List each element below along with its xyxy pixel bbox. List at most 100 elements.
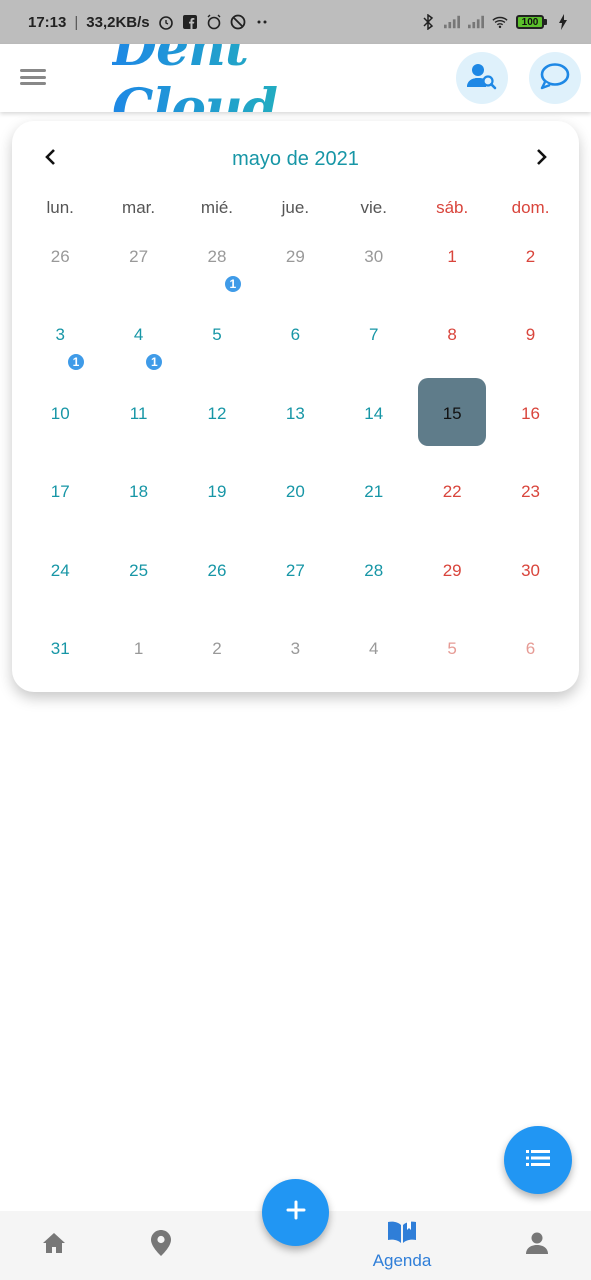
calendar-day-number: 16 — [521, 403, 540, 423]
calendar-day-number: 29 — [285, 247, 305, 266]
weekday-label: mié. — [200, 198, 234, 217]
calendar-day[interactable]: 1 — [99, 610, 177, 688]
calendar-day[interactable]: 14 — [335, 375, 413, 453]
calendar-day[interactable]: 17 — [21, 453, 99, 531]
calendar-day-number: 23 — [521, 482, 540, 502]
calendar-day-selected[interactable]: 15 — [413, 375, 491, 453]
calendar-day[interactable]: 16 — [491, 375, 569, 453]
home-icon — [42, 1232, 66, 1259]
calendar-day[interactable]: 30 — [335, 218, 413, 296]
calendar-day[interactable]: 1 — [413, 218, 491, 296]
prev-month-button[interactable] — [35, 143, 67, 175]
signal-icon — [444, 14, 460, 30]
calendar-day[interactable]: 2 — [178, 610, 256, 688]
calendar-day-number: 9 — [525, 325, 536, 345]
calendar-day-number: 21 — [364, 482, 384, 502]
battery-icon: 100 — [516, 15, 547, 29]
calendar-day-number: 15 — [442, 403, 462, 423]
nav-map[interactable] — [141, 1211, 181, 1280]
calendar-week-row: 24 25 26 27 28 29 30 — [21, 532, 570, 610]
list-view-button[interactable] — [504, 1126, 572, 1194]
nav-agenda[interactable]: Agenda — [362, 1211, 442, 1280]
calendar-day[interactable]: 20 — [256, 453, 334, 531]
calendar-day[interactable]: 29 — [256, 218, 334, 296]
calendar-day[interactable]: 28 1 — [178, 218, 256, 296]
calendar-day-number: 4 — [369, 638, 379, 658]
calendar-day-number: 12 — [207, 403, 227, 423]
calendar-day[interactable]: 2 — [491, 218, 569, 296]
calendar-day-number: 11 — [129, 403, 148, 423]
calendar-day[interactable]: 10 — [21, 375, 99, 453]
status-separator: | — [74, 13, 79, 31]
calendar-day[interactable]: 5 — [178, 296, 256, 374]
calendar-day-number: 5 — [447, 638, 457, 658]
calendar-day-number: 28 — [364, 560, 384, 580]
calendar-day[interactable]: 12 — [178, 375, 256, 453]
calendar-day[interactable]: 7 — [335, 296, 413, 374]
status-right: 100 — [420, 14, 571, 30]
calendar-day[interactable]: 6 — [256, 296, 334, 374]
signal-icon — [468, 14, 484, 30]
calendar-day-number: 3 — [290, 638, 301, 658]
calendar-day-number: 8 — [447, 325, 457, 345]
calendar-day-number: 4 — [133, 325, 144, 345]
calendar-day[interactable]: 13 — [256, 375, 334, 453]
calendar-day[interactable]: 22 — [413, 453, 491, 531]
appointment-count-badge: 1 — [66, 352, 86, 373]
appointment-count-badge: 1 — [222, 274, 243, 294]
calendar-day[interactable]: 11 — [99, 375, 177, 453]
calendar-day[interactable]: 31 — [21, 610, 99, 688]
charging-icon — [555, 14, 571, 30]
calendar-day-number: 14 — [364, 403, 384, 423]
calendar-day[interactable]: 21 — [335, 453, 413, 531]
calendar-day-number: 20 — [285, 482, 305, 502]
hamburger-icon[interactable] — [20, 66, 46, 88]
calendar-day[interactable]: 4 — [335, 610, 413, 688]
calendar-day[interactable]: 8 — [413, 296, 491, 374]
calendar-day-number: 26 — [50, 247, 70, 266]
calendar-day-number: 5 — [212, 325, 222, 345]
nav-profile[interactable] — [517, 1211, 557, 1280]
calendar-day[interactable]: 3 — [256, 610, 334, 688]
calendar-day[interactable]: 6 — [491, 610, 569, 688]
calendar-day[interactable]: 19 — [178, 453, 256, 531]
weekday-label: dom. — [511, 198, 550, 217]
chevron-right-icon — [534, 148, 548, 171]
calendar-day[interactable]: 41 — [99, 296, 177, 374]
calendar-day[interactable]: 27 — [99, 218, 177, 296]
add-appointment-button[interactable] — [262, 1179, 329, 1246]
calendar-day[interactable]: 18 — [99, 453, 177, 531]
calendar-day-number: 26 — [207, 560, 227, 580]
calendar-day[interactable]: 25 — [99, 532, 177, 610]
calendar-day[interactable]: 29 — [413, 532, 491, 610]
calendar-day[interactable]: 23 — [491, 453, 569, 531]
calendar-day[interactable]: 31 — [21, 296, 99, 374]
calendar-day[interactable]: 9 — [491, 296, 569, 374]
calendar-day[interactable]: 30 — [491, 532, 569, 610]
calendar-day-number: 18 — [129, 482, 149, 502]
calendar-day[interactable]: 27 — [256, 532, 334, 610]
month-title: mayo de 2021 — [232, 148, 359, 170]
calendar-day[interactable]: 28 — [335, 532, 413, 610]
calendar-day-number: 2 — [525, 247, 536, 266]
calendar-week-row: 10 11 12 13 14 15 16 — [21, 375, 570, 453]
weekday-label: jue. — [281, 198, 310, 217]
calendar-day[interactable]: 26 — [21, 218, 99, 296]
app-logo: Dent Cloud — [112, 17, 397, 139]
calendar-day[interactable]: 26 — [178, 532, 256, 610]
calendar-week-row: 31 1 2 3 4 5 6 — [21, 610, 570, 688]
calendar-header: mayo de 2021 — [12, 143, 579, 175]
calendar-day[interactable]: 24 — [21, 532, 99, 610]
next-month-button[interactable] — [525, 143, 557, 175]
nav-home[interactable] — [34, 1211, 74, 1280]
logo-text: Dent Cloud — [112, 17, 397, 139]
calendar-day-number: 27 — [285, 560, 305, 580]
calendar-day[interactable]: 5 — [413, 610, 491, 688]
user-search-button[interactable] — [456, 52, 508, 104]
nav-agenda-label: Agenda — [372, 1251, 432, 1270]
weekday-row: lun. mar. mié. jue. vie. sáb. dom. — [21, 198, 570, 218]
chat-button[interactable] — [529, 52, 581, 104]
weekday-label: vie. — [360, 198, 387, 217]
calendar-day-number: 25 — [129, 560, 149, 580]
calendar-day-number: 28 — [207, 247, 227, 266]
